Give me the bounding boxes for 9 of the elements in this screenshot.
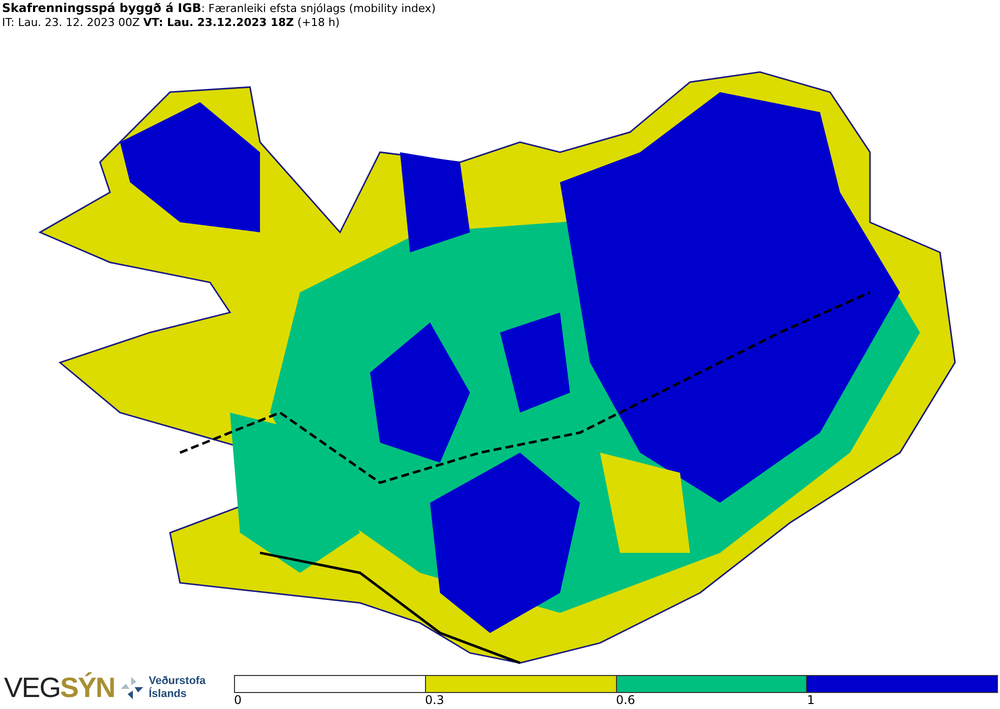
map-title: Skafrenningsspá byggð á IGB: Færanleiki efsta snjólags (mobility index) — [2, 1, 437, 16]
forecast-time: IT: Lau. 23. 12. 2023 00Z VT: Lau. 23.12.2023 18Z (+18 h) — [2, 16, 341, 30]
legend-tick-label: 1 — [807, 693, 816, 707]
legend-tick-label: 0.6 — [616, 693, 636, 707]
legend-tick-label: 0 — [234, 693, 243, 707]
arrows-logo-icon — [118, 675, 145, 701]
legend-tick-label: 0.3 — [425, 693, 446, 707]
vegsyn-logo: VEGSÝN — [4, 673, 115, 703]
vedurstofa-logo-text: Veðurstofa Íslands — [148, 675, 206, 701]
